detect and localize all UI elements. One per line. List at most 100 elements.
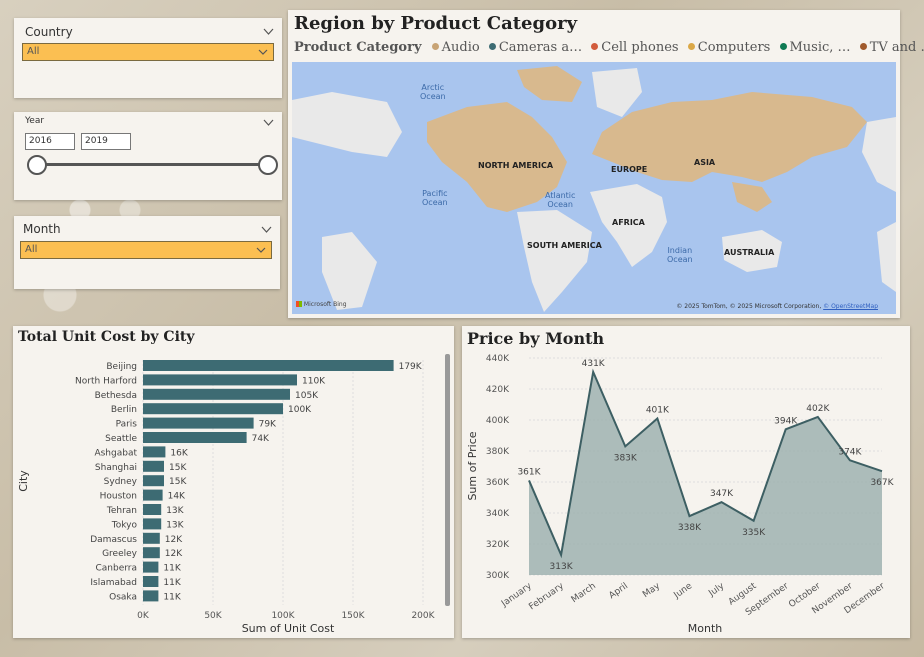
category-label: Damascus [90, 535, 137, 545]
legend-dot [488, 43, 496, 50]
bar[interactable] [143, 403, 283, 415]
legend-dot [859, 43, 867, 50]
year-start-handle[interactable] [27, 155, 47, 175]
bar[interactable] [143, 460, 164, 472]
bar[interactable] [143, 489, 163, 501]
data-label: 374K [838, 447, 862, 457]
ocean-label-line: Arctic [421, 83, 445, 92]
country-slicer-title: Country [25, 25, 73, 39]
data-label: 11K [163, 564, 181, 574]
category-label: Canberra [95, 564, 137, 574]
data-label: 100K [288, 405, 312, 415]
world-map-shapes [292, 66, 896, 312]
bar[interactable] [143, 374, 297, 386]
data-label: 16K [170, 448, 188, 458]
data-label: 347K [710, 489, 734, 499]
year-end-input[interactable]: 2019 [81, 133, 131, 150]
area-fill [529, 371, 882, 575]
ocean-label: Arctic Ocean [420, 83, 446, 101]
bar[interactable] [143, 475, 164, 487]
price-by-month-area-chart[interactable]: 300K 320K 340K 360K 380K 400K 420K 440K 361K 313K… [462, 326, 910, 638]
legend-item-cell-phones[interactable]: Cell phones [591, 40, 679, 55]
year-start-input[interactable]: 2016 [25, 133, 75, 150]
bar[interactable] [143, 590, 159, 602]
month-slicer: Month All [14, 216, 280, 289]
y-tick-label: 400K [486, 416, 510, 426]
attribution-link[interactable]: © OpenStreetMap [823, 303, 878, 310]
legend-label: Cell phones [601, 40, 679, 55]
ocean-label-line: Atlantic [545, 191, 576, 200]
attribution-text: © 2025 TomTom, © 2025 Microsoft Corporat… [676, 303, 822, 310]
y-tick-label: 340K [486, 509, 510, 519]
chevron-down-icon [258, 49, 268, 55]
map-legend: Product Category Audio Cameras a… Cell p… [294, 40, 924, 55]
data-label: 431K [582, 359, 606, 369]
bar[interactable] [143, 446, 166, 458]
continent-label: SOUTH AMERICA [527, 241, 602, 250]
data-label: 367K [870, 478, 894, 488]
category-label: Paris [116, 420, 138, 430]
bar[interactable] [143, 504, 162, 515]
data-label: 335K [742, 528, 766, 538]
x-tick-label: February [527, 581, 566, 612]
year-end-handle[interactable] [258, 155, 278, 175]
bar[interactable] [143, 518, 162, 530]
month-slicer-title: Month [23, 222, 61, 236]
legend-label: Computers [697, 40, 771, 55]
landmass-shape [517, 66, 582, 102]
bar[interactable] [143, 547, 160, 559]
chevron-down-icon[interactable] [261, 226, 272, 234]
category-label: Osaka [109, 592, 137, 602]
map-provider-label: Microsoft Bing [303, 301, 347, 308]
chevron-down-icon[interactable] [263, 28, 274, 36]
bar[interactable] [143, 576, 159, 587]
legend-label: TV and … [869, 40, 924, 55]
category-label: Shanghai [95, 463, 137, 473]
year-range-track[interactable] [36, 163, 267, 166]
ocean-label-line: Pacific [422, 189, 448, 198]
legend-item-computers[interactable]: Computers [687, 40, 771, 55]
legend-dot [687, 43, 695, 50]
year-slicer: Year 2016 2019 [14, 112, 282, 200]
country-slicer: Country All [14, 18, 282, 98]
legend-item-cameras[interactable]: Cameras a… [488, 40, 583, 55]
world-map[interactable]: NORTH AMERICA EUROPE ASIA AFRICA SOUTH A… [292, 62, 896, 314]
landmass-shape [517, 210, 592, 312]
y-axis-title: Sum of Price [466, 431, 479, 500]
bar[interactable] [143, 360, 394, 371]
data-label: 74K [252, 434, 270, 444]
x-tick-label: May [641, 581, 663, 600]
legend-label: Cameras a… [498, 40, 583, 55]
unit-cost-bar-chart[interactable]: 0K 50K 100K 150K 200K Beijing 179K North Harfor… [13, 326, 454, 638]
country-dropdown[interactable]: All [22, 43, 274, 61]
category-label: Islamabad [90, 578, 137, 588]
category-label: Sydney [104, 477, 138, 487]
country-dropdown-value: All [27, 46, 40, 57]
bar[interactable] [143, 532, 160, 544]
bar[interactable] [143, 417, 254, 429]
scrollbar[interactable] [445, 354, 450, 606]
ocean-label: Pacific Ocean [422, 189, 448, 207]
ocean-label-line: Indian [667, 246, 693, 255]
chevron-down-icon[interactable] [263, 119, 274, 127]
legend-dot [779, 43, 787, 50]
category-label: North Harford [75, 376, 137, 386]
category-label: Berlin [111, 405, 137, 415]
data-label: 13K [166, 520, 184, 530]
data-label: 105K [295, 391, 319, 401]
bar[interactable] [143, 432, 247, 443]
legend-item-audio[interactable]: Audio [431, 40, 480, 55]
continent-label: AUSTRALIA [724, 248, 775, 257]
legend-item-tv[interactable]: TV and … [859, 40, 924, 55]
category-label: Seattle [105, 434, 137, 444]
data-label: 338K [678, 523, 702, 533]
landmass-shape [592, 68, 642, 117]
category-label: Beijing [106, 362, 137, 372]
ocean-label: Indian Ocean [667, 246, 693, 264]
month-dropdown[interactable]: All [20, 241, 272, 259]
landmass-shape [322, 232, 377, 310]
bar[interactable] [143, 388, 290, 400]
y-tick-label: 420K [486, 385, 510, 395]
legend-item-music[interactable]: Music, … [779, 40, 851, 55]
bar[interactable] [143, 561, 159, 573]
